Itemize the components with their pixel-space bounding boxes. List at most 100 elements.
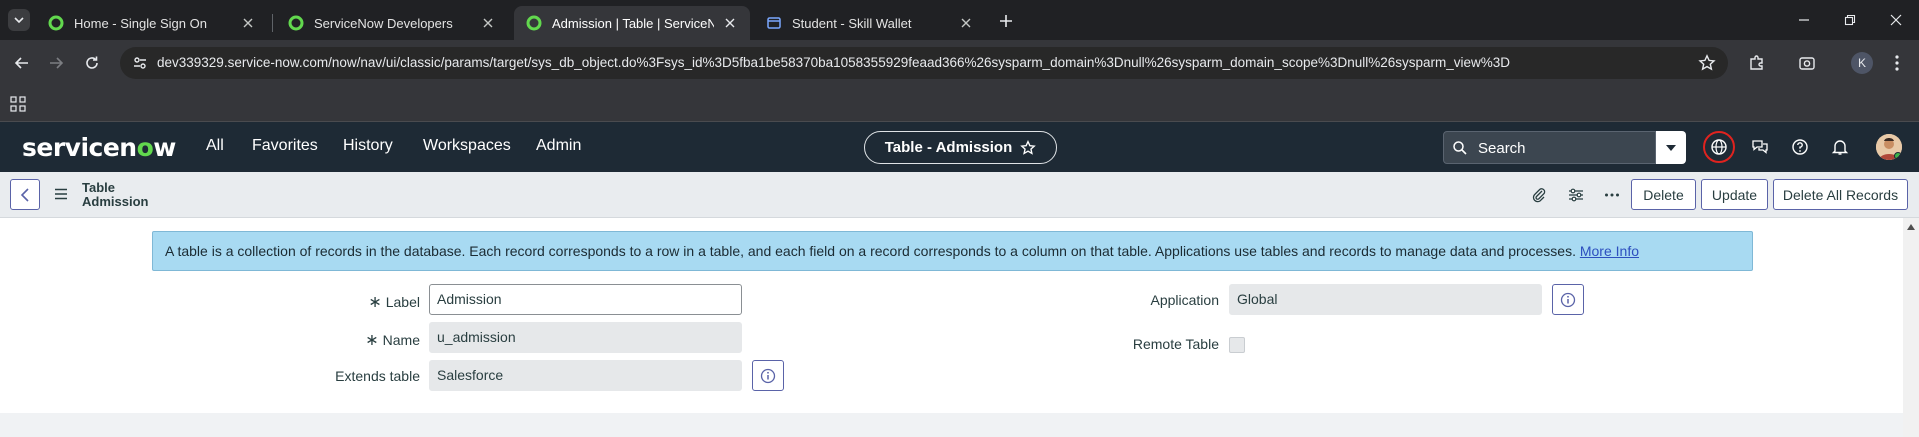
screenshot-button[interactable] — [1795, 51, 1819, 75]
bell-icon — [1831, 138, 1849, 156]
nav-admin[interactable]: Admin — [536, 137, 581, 155]
delete-button[interactable]: Delete — [1631, 179, 1696, 210]
close-icon[interactable] — [240, 15, 256, 31]
servicenow-favicon-icon — [48, 15, 64, 31]
user-avatar[interactable] — [1876, 134, 1902, 160]
more-horizontal-icon — [1604, 192, 1620, 198]
more-options-button[interactable] — [1601, 184, 1623, 206]
servicenow-header: servicenow All Favorites History Workspa… — [0, 122, 1919, 172]
browser-tab-skill-wallet[interactable]: Student - Skill Wallet — [754, 6, 986, 40]
address-bar[interactable]: dev339329.service-now.com/now/nav/ui/cla… — [120, 47, 1728, 79]
search-placeholder: Search — [1478, 140, 1526, 157]
chevron-left-icon — [20, 187, 30, 202]
name-input: u_admission — [429, 322, 742, 353]
reload-icon — [84, 55, 100, 71]
browser-tab-admission[interactable]: Admission | Table | ServiceNow — [514, 6, 750, 40]
globe-icon — [1710, 138, 1728, 156]
minimize-icon — [1798, 14, 1810, 26]
chevron-down-icon — [13, 14, 25, 26]
camera-icon — [1798, 54, 1816, 72]
browser-tab-strip: Home - Single Sign On ServiceNow Develop… — [0, 0, 1919, 40]
scroll-up-arrow-icon[interactable] — [1907, 224, 1915, 230]
bookmarks-bar — [0, 86, 1919, 122]
required-marker: ∗ — [368, 294, 382, 311]
label-field-label: ∗ Label — [330, 292, 420, 312]
nav-history[interactable]: History — [343, 137, 393, 155]
nav-workspaces[interactable]: Workspaces — [423, 137, 511, 155]
puzzle-icon — [1748, 54, 1766, 72]
extensions-button[interactable] — [1745, 51, 1769, 75]
info-message: A table is a collection of records in th… — [152, 231, 1753, 271]
paperclip-icon — [1531, 187, 1547, 203]
nav-all[interactable]: All — [206, 137, 224, 155]
minimize-button[interactable] — [1792, 8, 1816, 32]
apps-grid-icon[interactable] — [10, 96, 26, 112]
extends-table-label: Extends table — [335, 368, 420, 384]
nav-favorites[interactable]: Favorites — [252, 137, 318, 155]
more-vertical-icon — [1894, 54, 1900, 72]
extends-table-info-button[interactable] — [752, 360, 784, 391]
site-info-icon[interactable] — [132, 55, 148, 71]
online-status-dot — [1894, 152, 1902, 160]
skill-wallet-favicon-icon — [766, 15, 782, 31]
application-info-button[interactable] — [1552, 284, 1584, 315]
form-header: Table Admission Delete Update Delete All… — [0, 172, 1919, 218]
reload-button[interactable] — [80, 51, 104, 75]
form-title: Table Admission — [82, 181, 148, 209]
vertical-scrollbar[interactable] — [1903, 218, 1919, 437]
form-title-record: Admission — [82, 194, 149, 209]
profile-avatar[interactable]: K — [1851, 52, 1873, 74]
back-button[interactable] — [10, 51, 34, 75]
tab-title: Home - Single Sign On — [74, 15, 207, 31]
label-input[interactable]: Admission — [429, 284, 742, 315]
tab-search-button[interactable] — [8, 9, 30, 31]
browser-tab-developers[interactable]: ServiceNow Developers — [276, 6, 508, 40]
global-search-input[interactable]: Search — [1443, 131, 1656, 164]
favorite-star-icon[interactable] — [1020, 139, 1037, 156]
scope-picker-button[interactable] — [1703, 131, 1735, 163]
chat-button[interactable] — [1747, 134, 1773, 160]
forward-button[interactable] — [44, 51, 68, 75]
info-icon — [760, 368, 776, 384]
logo-text-end: w — [153, 133, 176, 162]
tab-title: Admission | Table | ServiceNow — [552, 15, 714, 31]
delete-all-records-button[interactable]: Delete All Records — [1773, 179, 1908, 210]
sliders-icon — [1568, 187, 1584, 203]
browser-tab-sso[interactable]: Home - Single Sign On — [36, 6, 268, 40]
close-icon[interactable] — [480, 15, 496, 31]
extends-table-input: Salesforce — [429, 360, 742, 391]
help-button[interactable] — [1787, 134, 1813, 160]
label-field-text: Label — [385, 294, 420, 310]
plus-icon — [999, 14, 1013, 28]
tab-title: ServiceNow Developers — [314, 15, 453, 31]
caret-down-icon — [1665, 144, 1677, 152]
chat-bubbles-icon — [1751, 138, 1769, 156]
bookmark-star-icon[interactable] — [1698, 54, 1716, 72]
close-icon[interactable] — [958, 15, 974, 31]
context-menu-icon[interactable] — [54, 188, 68, 200]
form-footer-area — [0, 413, 1903, 437]
servicenow-logo[interactable]: servicenow — [22, 133, 176, 162]
tab-separator — [272, 14, 273, 32]
servicenow-favicon-icon — [288, 15, 304, 31]
search-scope-dropdown[interactable] — [1656, 131, 1686, 164]
browser-menu-button[interactable] — [1885, 51, 1909, 75]
personalize-button[interactable] — [1565, 184, 1587, 206]
new-tab-button[interactable] — [995, 10, 1017, 32]
remote-table-label: Remote Table — [1132, 336, 1219, 352]
info-message-text: A table is a collection of records in th… — [165, 243, 1576, 259]
restore-button[interactable] — [1838, 8, 1862, 32]
attachment-button[interactable] — [1528, 184, 1550, 206]
context-title-pill[interactable]: Table - Admission — [864, 131, 1057, 164]
back-button[interactable] — [10, 179, 40, 210]
notifications-button[interactable] — [1827, 134, 1853, 160]
search-icon — [1452, 140, 1468, 156]
more-info-link[interactable]: More Info — [1580, 243, 1639, 259]
browser-toolbar: dev339329.service-now.com/now/nav/ui/cla… — [0, 40, 1919, 86]
close-icon[interactable] — [722, 15, 738, 31]
remote-table-checkbox[interactable] — [1229, 337, 1245, 353]
update-button[interactable]: Update — [1701, 179, 1768, 210]
logo-text: servicen — [22, 133, 137, 162]
arrow-right-icon — [48, 55, 64, 71]
close-window-button[interactable] — [1884, 8, 1908, 32]
